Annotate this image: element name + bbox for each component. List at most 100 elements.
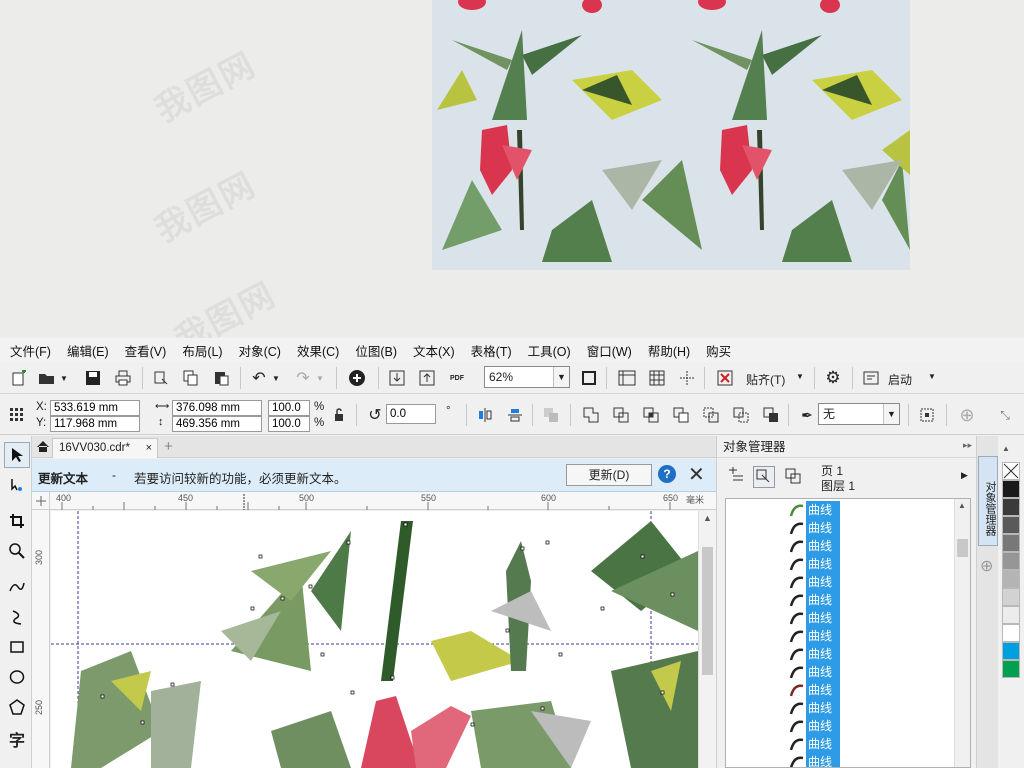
scrollbar-thumb[interactable] [702,547,713,675]
show-grid-icon[interactable] [646,367,668,389]
color-swatch[interactable] [1002,516,1020,534]
zoom-level-dropdown[interactable]: 62% ▼ [484,366,570,388]
redo-icon[interactable]: ↷ [292,367,314,389]
list-item[interactable]: 曲线 [788,591,948,609]
rectangle-tool-icon[interactable] [4,634,30,660]
drawing-canvas[interactable] [51,511,698,768]
vertical-ruler[interactable]: 300 250 [32,510,50,768]
export-icon[interactable] [416,367,438,389]
list-item[interactable]: 曲线 [788,645,948,663]
front-minus-back-icon[interactable] [700,404,722,426]
save-icon[interactable] [82,367,104,389]
y-position-input[interactable] [50,416,140,432]
new-document-icon[interactable] [8,367,30,389]
chevron-down-icon[interactable]: ▼ [270,367,282,389]
list-item[interactable]: 曲线 [788,555,948,573]
outline-width-dropdown[interactable]: 无 ▼ [818,403,900,425]
close-icon[interactable]: × [146,439,152,457]
color-swatch[interactable] [1002,660,1020,678]
list-item[interactable]: 曲线 [788,681,948,699]
mirror-vertical-icon[interactable] [504,404,526,426]
menu-help[interactable]: 帮助(H) [648,341,690,360]
launch-dropdown[interactable]: 启动 [888,371,912,388]
color-swatch[interactable] [1002,624,1020,642]
chevron-down-icon[interactable]: ▼ [314,367,326,389]
chevron-right-icon[interactable]: ▶ [961,470,968,481]
ruler-origin[interactable] [32,492,50,510]
polygon-tool-icon[interactable] [4,694,30,720]
close-icon[interactable]: ✕ [688,462,705,487]
trim-icon[interactable] [610,404,632,426]
open-folder-icon[interactable] [36,367,58,389]
help-icon[interactable]: ? [658,465,676,483]
simplify-icon[interactable] [670,404,692,426]
menu-tools[interactable]: 工具(O) [528,341,571,360]
paste-icon[interactable] [210,367,232,389]
search-content-icon[interactable] [346,367,368,389]
list-item[interactable]: 曲线 [788,501,948,519]
show-object-properties-icon[interactable] [753,466,775,488]
snap-off-icon[interactable] [714,367,736,389]
import-icon[interactable] [386,367,408,389]
quick-customize-icon[interactable] [916,404,938,426]
list-item[interactable]: 曲线 [788,717,948,735]
print-icon[interactable] [112,367,134,389]
artistic-media-tool-icon[interactable] [4,604,30,630]
horizontal-ruler[interactable]: 400 450 500 550 600 650 毫米 [50,492,716,510]
ellipse-tool-icon[interactable] [4,664,30,690]
full-screen-preview-icon[interactable] [578,367,600,389]
add-icon[interactable]: ⊕ [956,404,978,426]
menu-buy[interactable]: 购买 [706,341,731,360]
crop-tool-icon[interactable] [4,508,30,534]
docker-tab-object-manager[interactable]: 对象管理器 [978,456,998,546]
shape-tool-icon[interactable] [4,472,30,498]
scroll-up-icon[interactable]: ▲ [703,513,712,523]
create-boundary-icon[interactable] [760,404,782,426]
layer-options-icon[interactable] [727,466,747,488]
width-input[interactable] [172,400,262,416]
menu-edit[interactable]: 编辑(E) [67,341,109,360]
cut-icon[interactable] [150,367,172,389]
menu-effects[interactable]: 效果(C) [297,341,339,360]
combine-icon[interactable] [540,404,562,426]
chevron-down-icon[interactable]: ▼ [928,372,936,381]
color-swatch[interactable] [1002,588,1020,606]
launch-app-icon[interactable] [860,367,882,389]
menu-view[interactable]: 查看(V) [125,341,167,360]
menu-object[interactable]: 对象(C) [239,341,281,360]
weld-icon[interactable] [580,404,602,426]
rotation-angle-input[interactable] [386,404,436,424]
menu-bitmaps[interactable]: 位图(B) [355,341,397,360]
lock-ratio-icon[interactable] [328,404,350,426]
expand-icon[interactable]: ⤡ [994,404,1016,426]
text-tool-icon[interactable]: 字 [4,726,30,752]
pick-tool-icon[interactable] [4,442,30,468]
menu-table[interactable]: 表格(T) [471,341,512,360]
snap-to-dropdown[interactable]: 贴齐(T) [746,371,785,388]
scale-width-input[interactable] [268,400,310,416]
home-icon[interactable] [36,440,50,456]
vertical-scrollbar[interactable]: ▲ [698,511,716,768]
freehand-tool-icon[interactable] [4,574,30,600]
chevron-down-icon[interactable]: ▼ [58,367,70,389]
update-text-button[interactable]: 更新(D) [566,464,652,486]
list-item[interactable]: 曲线 [788,663,948,681]
color-swatch[interactable] [1002,606,1020,624]
height-input[interactable] [172,416,262,432]
scrollbar-thumb[interactable] [957,539,968,557]
back-minus-front-icon[interactable] [730,404,752,426]
menu-layout[interactable]: 布局(L) [182,341,222,360]
list-item[interactable]: 曲线 [788,735,948,753]
copy-icon[interactable] [180,367,202,389]
color-swatch[interactable] [1002,498,1020,516]
list-item[interactable]: 曲线 [788,573,948,591]
color-swatch[interactable] [1002,642,1020,660]
color-swatch[interactable] [1002,552,1020,570]
list-item[interactable]: 曲线 [788,627,948,645]
menu-text[interactable]: 文本(X) [413,341,455,360]
export-pdf-icon[interactable]: PDF [446,367,468,389]
list-item[interactable]: 曲线 [788,609,948,627]
no-color-swatch[interactable] [1002,462,1020,480]
intersect-icon[interactable] [640,404,662,426]
object-origin-icon[interactable] [6,404,28,426]
